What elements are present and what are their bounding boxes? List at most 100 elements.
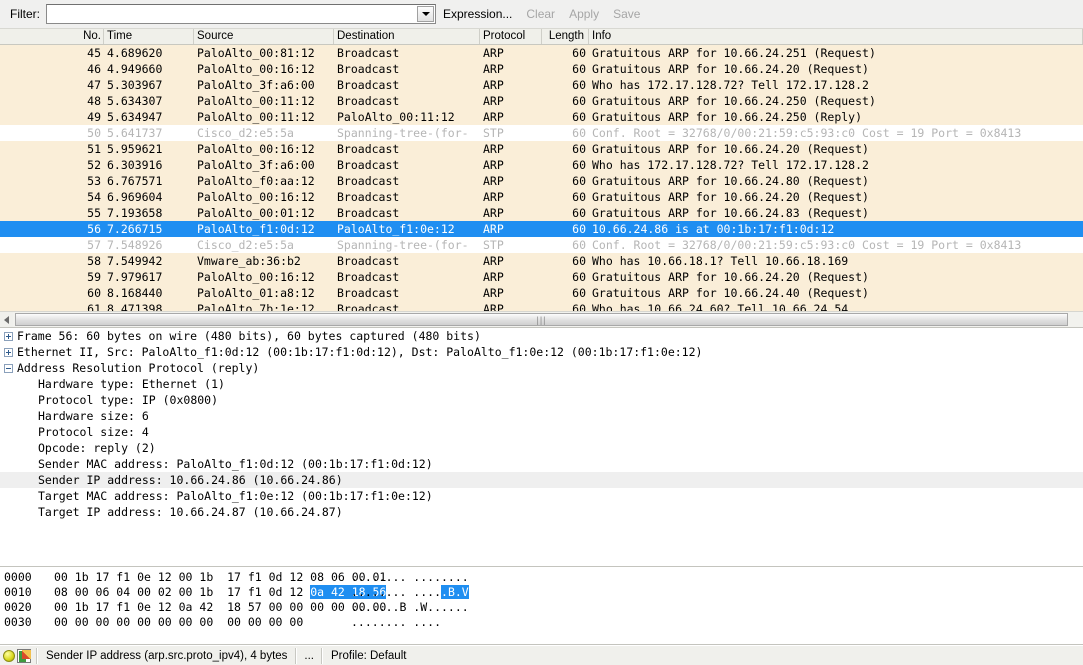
packet-cell-no: 55 xyxy=(87,206,101,220)
packet-row[interactable]: 56 7.266715 PaloAlto_f1:0d:12 PaloAlto_f1:0… xyxy=(0,221,1083,237)
packet-cell-length: 60 xyxy=(572,46,586,60)
packet-cell-length: 60 xyxy=(572,62,586,76)
column-header-length[interactable]: Length xyxy=(542,29,589,44)
apply-button[interactable]: Apply xyxy=(562,4,606,24)
wireshark-window: Filter: Expression... Clear Apply Save N… xyxy=(0,0,1083,665)
packet-row[interactable]: 46 4.949660 PaloAlto_00:16:12 Broadcast ARP 6… xyxy=(0,61,1083,77)
hex-dump-row[interactable]: 0010 08 00 06 04 00 02 00 1b 17 f1 0d 12 … xyxy=(4,585,1083,600)
status-separator-2 xyxy=(295,647,298,664)
detail-tree-row[interactable]: Address Resolution Protocol (reply) xyxy=(0,360,1083,376)
expression-button[interactable]: Expression... xyxy=(436,4,519,24)
hex-dump-row[interactable]: 0000 00 1b 17 f1 0e 12 00 1b 17 f1 0d 12 … xyxy=(4,570,1083,585)
column-header-no[interactable]: No. xyxy=(0,29,104,44)
packet-row[interactable]: 60 8.168440 PaloAlto_01:a8:12 Broadcast ARP 6… xyxy=(0,285,1083,301)
detail-tree-row[interactable]: Frame 56: 60 bytes on wire (480 bits), 6… xyxy=(0,328,1083,344)
hex-bytes: 00 1b 17 f1 0e 12 00 1b 17 f1 0d 12 08 0… xyxy=(54,570,387,584)
hex-bytes: 08 00 06 04 00 02 00 1b 17 f1 0d 12 0a 4… xyxy=(54,585,387,599)
detail-tree-row[interactable]: Target IP address: 10.66.24.87 (10.66.24… xyxy=(0,504,1083,520)
detail-tree-row[interactable]: Hardware type: Ethernet (1) xyxy=(0,376,1083,392)
expand-icon[interactable] xyxy=(4,347,13,357)
triangle-left-icon xyxy=(4,315,9,324)
detail-tree-label: Target IP address: 10.66.24.87 (10.66.24… xyxy=(38,505,343,519)
packet-row[interactable]: 59 7.979617 PaloAlto_00:16:12 Broadcast ARP 6… xyxy=(0,269,1083,285)
expand-icon[interactable] xyxy=(4,331,13,341)
collapse-icon[interactable] xyxy=(4,363,13,373)
detail-tree-row[interactable]: Target MAC address: PaloAlto_f1:0e:12 (0… xyxy=(0,488,1083,504)
filter-dropdown-button[interactable] xyxy=(417,6,434,22)
filter-toolbar: Filter: Expression... Clear Apply Save xyxy=(0,0,1083,29)
status-ellipsis: ... xyxy=(304,649,315,662)
detail-tree-row[interactable]: Sender MAC address: PaloAlto_f1:0d:12 (0… xyxy=(0,456,1083,472)
packet-cell-time: 7.549942 xyxy=(107,254,163,268)
packet-cell-protocol: STP xyxy=(483,126,504,140)
packet-list-hscrollbar[interactable]: ||| xyxy=(0,311,1083,327)
column-header-destination[interactable]: Destination xyxy=(334,29,480,44)
packet-list-rows: 45 4.689620 PaloAlto_00:81:12 Broadcast ARP 6… xyxy=(0,45,1083,327)
detail-tree-row[interactable]: Protocol size: 4 xyxy=(0,424,1083,440)
packet-cell-info: Gratuitous ARP for 10.66.24.80 (Request) xyxy=(592,174,869,188)
packet-row[interactable]: 52 6.303916 PaloAlto_3f:a6:00 Broadcast ARP 6… xyxy=(0,157,1083,173)
column-header-source[interactable]: Source xyxy=(194,29,334,44)
column-header-time[interactable]: Time xyxy=(104,29,194,44)
packet-list-pane[interactable]: No. Time Source Destination Protocol Len… xyxy=(0,29,1083,328)
packet-cell-info: Gratuitous ARP for 10.66.24.20 (Request) xyxy=(592,62,869,76)
packet-row[interactable]: 54 6.969604 PaloAlto_00:16:12 Broadcast ARP 6… xyxy=(0,189,1083,205)
packet-cell-length: 60 xyxy=(572,94,586,108)
packet-cell-info: Gratuitous ARP for 10.66.24.83 (Request) xyxy=(592,206,869,220)
packet-cell-source: PaloAlto_f1:0d:12 xyxy=(197,222,315,236)
packet-row[interactable]: 48 5.634307 PaloAlto_00:11:12 Broadcast ARP 6… xyxy=(0,93,1083,109)
column-header-protocol[interactable]: Protocol xyxy=(480,29,542,44)
packet-cell-length: 60 xyxy=(572,238,586,252)
packet-detail-pane[interactable]: Frame 56: 60 bytes on wire (480 bits), 6… xyxy=(0,328,1083,567)
packet-row[interactable]: 47 5.303967 PaloAlto_3f:a6:00 Broadcast ARP 6… xyxy=(0,77,1083,93)
detail-tree-row[interactable]: Ethernet II, Src: PaloAlto_f1:0d:12 (00:… xyxy=(0,344,1083,360)
packet-cell-source: PaloAlto_00:16:12 xyxy=(197,62,315,76)
packet-row[interactable]: 55 7.193658 PaloAlto_00:01:12 Broadcast ARP 6… xyxy=(0,205,1083,221)
save-button[interactable]: Save xyxy=(606,4,647,24)
hscroll-track[interactable]: ||| xyxy=(13,312,1083,327)
hscroll-left-arrow[interactable] xyxy=(0,312,13,327)
clear-button[interactable]: Clear xyxy=(519,4,562,24)
packet-cell-time: 4.949660 xyxy=(107,62,163,76)
packet-cell-destination: Broadcast xyxy=(337,270,400,284)
packet-row[interactable]: 51 5.959621 PaloAlto_00:16:12 Broadcast ARP 6… xyxy=(0,141,1083,157)
detail-tree-row[interactable]: Hardware size: 6 xyxy=(0,408,1083,424)
packet-row[interactable]: 50 5.641737 Cisco_d2:e5:5a Spanning-tree-(f… xyxy=(0,125,1083,141)
packet-cell-destination: Broadcast xyxy=(337,254,400,268)
detail-tree-row[interactable]: Protocol type: IP (0x0800) xyxy=(0,392,1083,408)
packet-cell-destination: Broadcast xyxy=(337,46,400,60)
packet-bytes-pane[interactable]: 0000 00 1b 17 f1 0e 12 00 1b 17 f1 0d 12 … xyxy=(0,567,1083,645)
hex-ascii: .......B .W...... xyxy=(351,600,469,614)
detail-tree-row[interactable]: Sender IP address: 10.66.24.86 (10.66.24… xyxy=(0,472,1083,488)
filter-input-wrapper[interactable] xyxy=(46,4,436,24)
packet-row[interactable]: 58 7.549942 Vmware_ab:36:b2 Broadcast ARP 60 W… xyxy=(0,253,1083,269)
packet-cell-time: 7.548926 xyxy=(107,238,163,252)
packet-cell-destination: PaloAlto_00:11:12 xyxy=(337,110,455,124)
detail-tree-label: Frame 56: 60 bytes on wire (480 bits), 6… xyxy=(17,329,481,343)
detail-tree-label: Protocol type: IP (0x0800) xyxy=(38,393,219,407)
detail-tree-row[interactable]: Opcode: reply (2) xyxy=(0,440,1083,456)
packet-cell-source: PaloAlto_f0:aa:12 xyxy=(197,174,315,188)
packet-row[interactable]: 57 7.548926 Cisco_d2:e5:5a Spanning-tree-(f… xyxy=(0,237,1083,253)
packet-cell-info: Gratuitous ARP for 10.66.24.20 (Request) xyxy=(592,142,869,156)
packet-row[interactable]: 49 5.634947 PaloAlto_00:11:12 PaloAlto_00:1… xyxy=(0,109,1083,125)
packet-cell-protocol: ARP xyxy=(483,94,504,108)
filter-input[interactable] xyxy=(47,5,415,23)
hex-dump-row[interactable]: 0030 00 00 00 00 00 00 00 00 00 00 00 00.… xyxy=(4,615,1083,630)
packet-cell-protocol: ARP xyxy=(483,62,504,76)
packet-cell-protocol: ARP xyxy=(483,286,504,300)
packet-cell-no: 57 xyxy=(87,238,101,252)
packet-cell-protocol: ARP xyxy=(483,46,504,60)
edit-preferences-icon[interactable] xyxy=(17,648,31,663)
hex-dump-row[interactable]: 0020 00 1b 17 f1 0e 12 0a 42 18 57 00 00 … xyxy=(4,600,1083,615)
column-header-info[interactable]: Info xyxy=(589,29,1083,44)
packet-cell-no: 50 xyxy=(87,126,101,140)
packet-cell-source: Cisco_d2:e5:5a xyxy=(197,238,294,252)
packet-row[interactable]: 53 6.767571 PaloAlto_f0:aa:12 Broadcast ARP 6… xyxy=(0,173,1083,189)
packet-row[interactable]: 45 4.689620 PaloAlto_00:81:12 Broadcast ARP 6… xyxy=(0,45,1083,61)
packet-cell-time: 5.634307 xyxy=(107,94,163,108)
packet-cell-protocol: ARP xyxy=(483,222,504,236)
green-circle-icon[interactable] xyxy=(3,649,15,662)
hscroll-thumb[interactable]: ||| xyxy=(15,313,1068,326)
status-profile[interactable]: Profile: Default xyxy=(325,650,412,662)
